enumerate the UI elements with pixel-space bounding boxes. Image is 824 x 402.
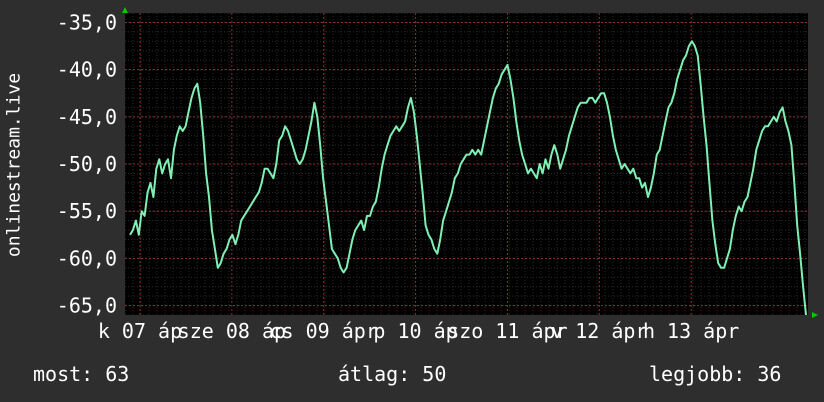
x-tick-label: cs 09 ápr <box>270 319 378 343</box>
y-tick-label: -40,0 <box>57 58 117 82</box>
current-value: most: 63 <box>33 362 130 386</box>
x-tick-label: v 12 ápr <box>551 319 647 343</box>
average-value: átlag: 50 <box>338 362 447 386</box>
stats-footer: most: 63 átlag: 50 legjobb: 36 <box>0 358 824 394</box>
x-tick-label: p 10 áp <box>373 319 457 343</box>
x-tick-label: h 13 ápr <box>643 319 739 343</box>
y-tick-label: -45,0 <box>57 105 117 129</box>
y-axis-arrow <box>122 7 128 13</box>
x-tick-label: szo 11 ápr <box>447 319 567 343</box>
x-axis-arrow <box>812 312 818 318</box>
x-tick-label: k 07 áp <box>98 319 182 343</box>
y-tick-label: -35,0 <box>57 10 117 34</box>
y-tick-label: -55,0 <box>57 199 117 223</box>
y-tick-label: -50,0 <box>57 152 117 176</box>
x-tick-labels: k 07 ápsze 08 ápcs 09 áprp 10 ápszo 11 á… <box>98 319 739 343</box>
y-tick-label: -60,0 <box>57 246 117 270</box>
y-tick-label: -65,0 <box>57 294 117 318</box>
chart: -35,0 -40,0 -45,0 -50,0 -55,0 -60,0 -65,0 k 07… <box>57 7 818 343</box>
y-tick-labels: -35,0 -40,0 -45,0 -50,0 -55,0 -60,0 -65,0 <box>57 10 117 317</box>
best-value: legjobb: 36 <box>649 362 782 386</box>
